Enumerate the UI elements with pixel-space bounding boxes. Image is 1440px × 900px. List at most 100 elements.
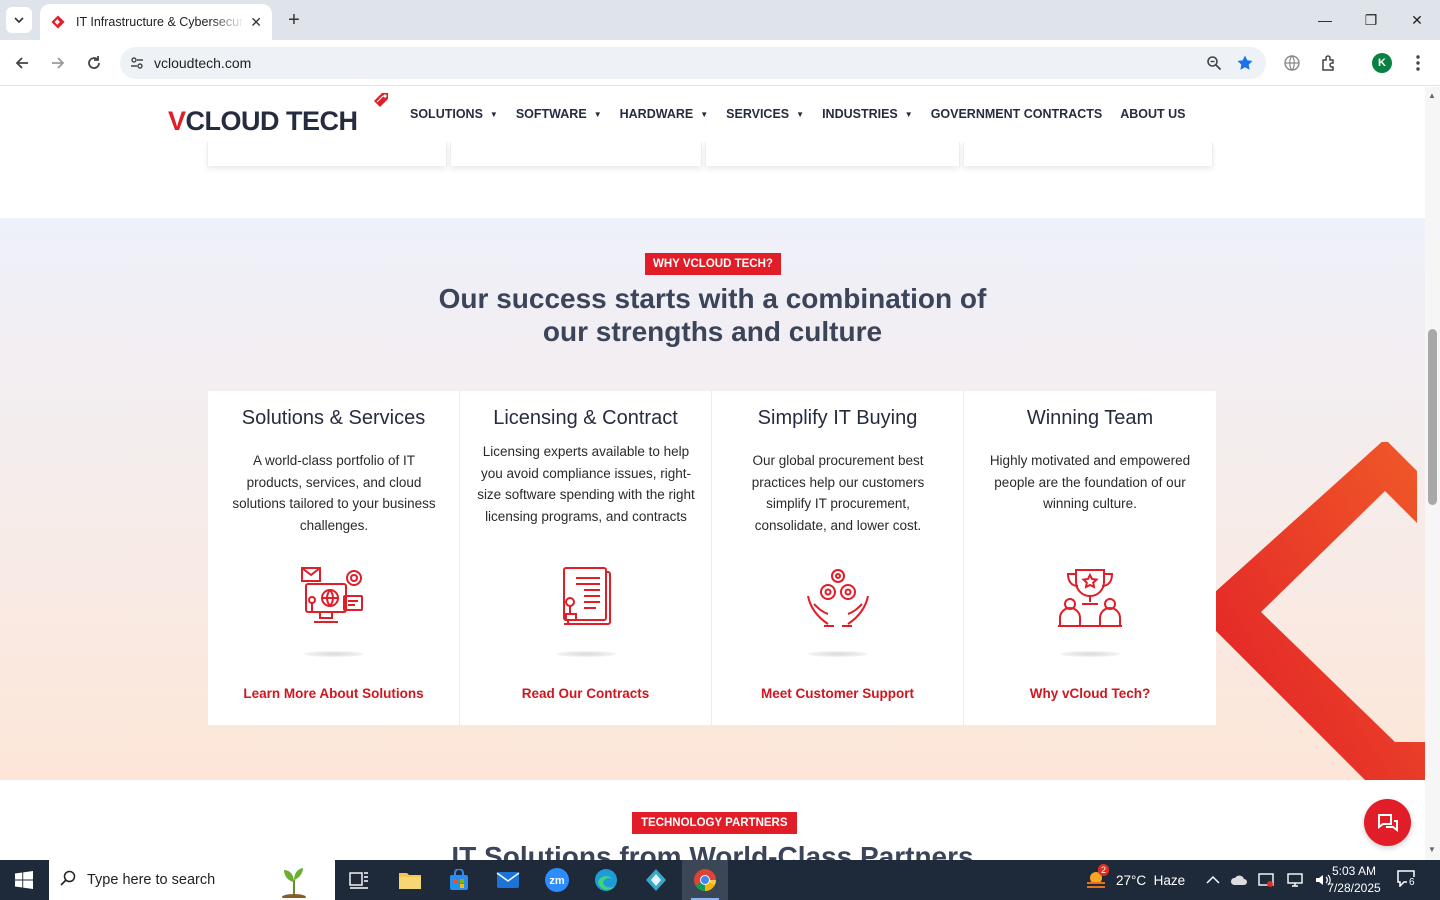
notification-icon: 6: [1396, 869, 1418, 891]
learn-more-solutions-link[interactable]: Learn More About Solutions: [208, 686, 459, 701]
why-vcloud-link[interactable]: Why vCloud Tech?: [964, 686, 1216, 701]
chrome-icon[interactable]: [689, 864, 721, 900]
caret-down-icon: ▼: [489, 109, 498, 119]
previous-cards-bottom: [207, 142, 1213, 166]
prev-card: [207, 142, 447, 166]
task-view-icon[interactable]: [343, 864, 375, 896]
mail-icon[interactable]: [492, 864, 524, 896]
site-header: VCLOUD TECH SOLUTIONS ▼ SOFTWARE ▼ HARDWAR…: [0, 87, 1425, 142]
feature-card-buying: Simplify IT Buying Our global procuremen…: [712, 391, 964, 725]
main-navigation: SOLUTIONS ▼ SOFTWARE ▼ HARDWARE ▼ SERVICES ▼…: [410, 107, 1204, 121]
site-info-icon[interactable]: [120, 56, 154, 70]
page-viewport: VCLOUD TECH SOLUTIONS ▼ SOFTWARE ▼ HARDWAR…: [0, 87, 1425, 860]
forward-button[interactable]: [46, 51, 70, 75]
search-placeholder: Type here to search: [87, 872, 216, 888]
url-text: vcloudtech.com: [154, 55, 252, 71]
partners-heading: IT Solutions from World-Class Partners: [451, 841, 974, 860]
profile-avatar[interactable]: K: [1372, 53, 1392, 73]
caret-down-icon: ▼: [904, 109, 913, 119]
feature-card-team: Winning Team Highly motivated and empowe…: [964, 391, 1216, 725]
system-tray: [1206, 860, 1332, 900]
read-contracts-link[interactable]: Read Our Contracts: [460, 686, 711, 701]
store-icon[interactable]: [443, 864, 475, 896]
active-tab[interactable]: IT Infrastructure & Cybersecurity ✕: [40, 4, 272, 40]
zoom-app-icon[interactable]: zm: [541, 864, 573, 896]
windows-logo-icon: [15, 871, 33, 889]
weather-widget[interactable]: 2 27°C Haze: [1084, 860, 1185, 900]
meet-now-icon[interactable]: [1258, 872, 1276, 888]
tab-search-button[interactable]: [6, 7, 32, 33]
start-button[interactable]: [0, 860, 48, 900]
feature-card-solutions: Solutions & Services A world-class portf…: [208, 391, 460, 725]
caret-down-icon: ▼: [796, 109, 805, 119]
zoom-icon[interactable]: [1206, 55, 1222, 71]
nav-hardware[interactable]: HARDWARE ▼: [620, 107, 709, 121]
nav-about-us[interactable]: ABOUT US: [1120, 107, 1185, 121]
icon-shadow: [556, 651, 616, 657]
arrow-right-icon: [52, 57, 65, 69]
back-button[interactable]: [10, 51, 34, 75]
taskbar: Type here to search zm 2 27°C Haze 5:03 …: [0, 860, 1440, 900]
feature-card-licensing: Licensing & Contract Licensing experts a…: [460, 391, 712, 725]
site-logo[interactable]: VCLOUD TECH: [168, 91, 388, 136]
arrow-left-icon: [15, 57, 28, 69]
chat-button[interactable]: [1364, 799, 1411, 846]
icon-shadow: [1060, 651, 1120, 657]
edge-icon[interactable]: [590, 864, 622, 896]
scroll-up-icon[interactable]: ▲: [1428, 91, 1436, 100]
decorative-chevron-shape: [1215, 442, 1425, 780]
clock-date: 7/28/2025: [1327, 881, 1381, 895]
taskbar-search[interactable]: Type here to search: [49, 860, 335, 900]
caret-down-icon: ▼: [593, 109, 602, 119]
feature-title: Winning Team: [1026, 407, 1154, 429]
why-eyebrow-badge: WHY VCLOUD TECH?: [645, 253, 781, 275]
minimize-button[interactable]: —: [1302, 0, 1348, 40]
prev-card: [450, 142, 702, 166]
chevron-down-icon: [14, 17, 24, 23]
feature-title: Licensing & Contract: [493, 407, 678, 429]
address-bar[interactable]: vcloudtech.com: [120, 47, 1266, 79]
extensions-icon[interactable]: [1318, 52, 1340, 74]
nav-services[interactable]: SERVICES ▼: [726, 107, 804, 121]
nav-industries[interactable]: INDUSTRIES ▼: [822, 107, 913, 121]
reload-button[interactable]: [82, 51, 106, 75]
nav-solutions[interactable]: SOLUTIONS ▼: [410, 107, 498, 121]
nav-software[interactable]: SOFTWARE ▼: [516, 107, 602, 121]
notification-count: 6: [1407, 877, 1417, 889]
network-icon[interactable]: [1286, 872, 1304, 888]
scroll-down-icon[interactable]: ▼: [1428, 845, 1436, 854]
scroll-thumb[interactable]: [1428, 329, 1437, 505]
why-section: WHY VCLOUD TECH? Our success starts with…: [0, 218, 1425, 780]
new-tab-button[interactable]: +: [282, 8, 306, 32]
feature-title: Solutions & Services: [241, 407, 426, 429]
gears-hands-icon: [807, 569, 869, 627]
chat-bubble-icon: [1377, 813, 1398, 832]
site-favicon-icon: [51, 15, 65, 29]
customer-support-link[interactable]: Meet Customer Support: [712, 686, 963, 701]
search-icon: [49, 870, 87, 891]
cloud-icon[interactable]: [1230, 873, 1248, 887]
clock-time: 5:03 AM: [1331, 864, 1377, 878]
close-window-button[interactable]: ✕: [1394, 0, 1440, 40]
partners-eyebrow-badge: TECHNOLOGY PARTNERS: [632, 812, 797, 834]
restore-button[interactable]: ❐: [1348, 0, 1394, 40]
bookmark-star-icon[interactable]: [1236, 54, 1254, 72]
feature-title: Simplify IT Buying: [757, 407, 918, 429]
logo-text: VCLOUD TECH: [168, 106, 358, 136]
chevron-up-icon[interactable]: [1206, 875, 1220, 885]
app-diamond-icon[interactable]: [640, 864, 672, 896]
menu-kebab-icon[interactable]: [1407, 52, 1429, 74]
features-grid: Solutions & Services A world-class portf…: [208, 391, 1216, 725]
file-explorer-icon[interactable]: [394, 864, 426, 896]
close-tab-icon[interactable]: ✕: [250, 14, 262, 31]
nav-government-contracts[interactable]: GOVERNMENT CONTRACTS: [931, 107, 1103, 121]
feature-description: Highly motivated and empowered people ar…: [989, 453, 1191, 512]
page-scrollbar[interactable]: ▲ ▼: [1425, 87, 1440, 860]
notification-center[interactable]: 6: [1396, 860, 1418, 900]
prev-card: [963, 142, 1213, 166]
translate-icon[interactable]: [1281, 52, 1303, 74]
system-clock[interactable]: 5:03 AM 7/28/2025: [1322, 863, 1386, 897]
partners-section: TECHNOLOGY PARTNERS IT Solutions from Wo…: [0, 780, 1425, 860]
trophy-team-icon: [1058, 569, 1122, 627]
tab-title: IT Infrastructure & Cybersecurity: [76, 15, 245, 29]
